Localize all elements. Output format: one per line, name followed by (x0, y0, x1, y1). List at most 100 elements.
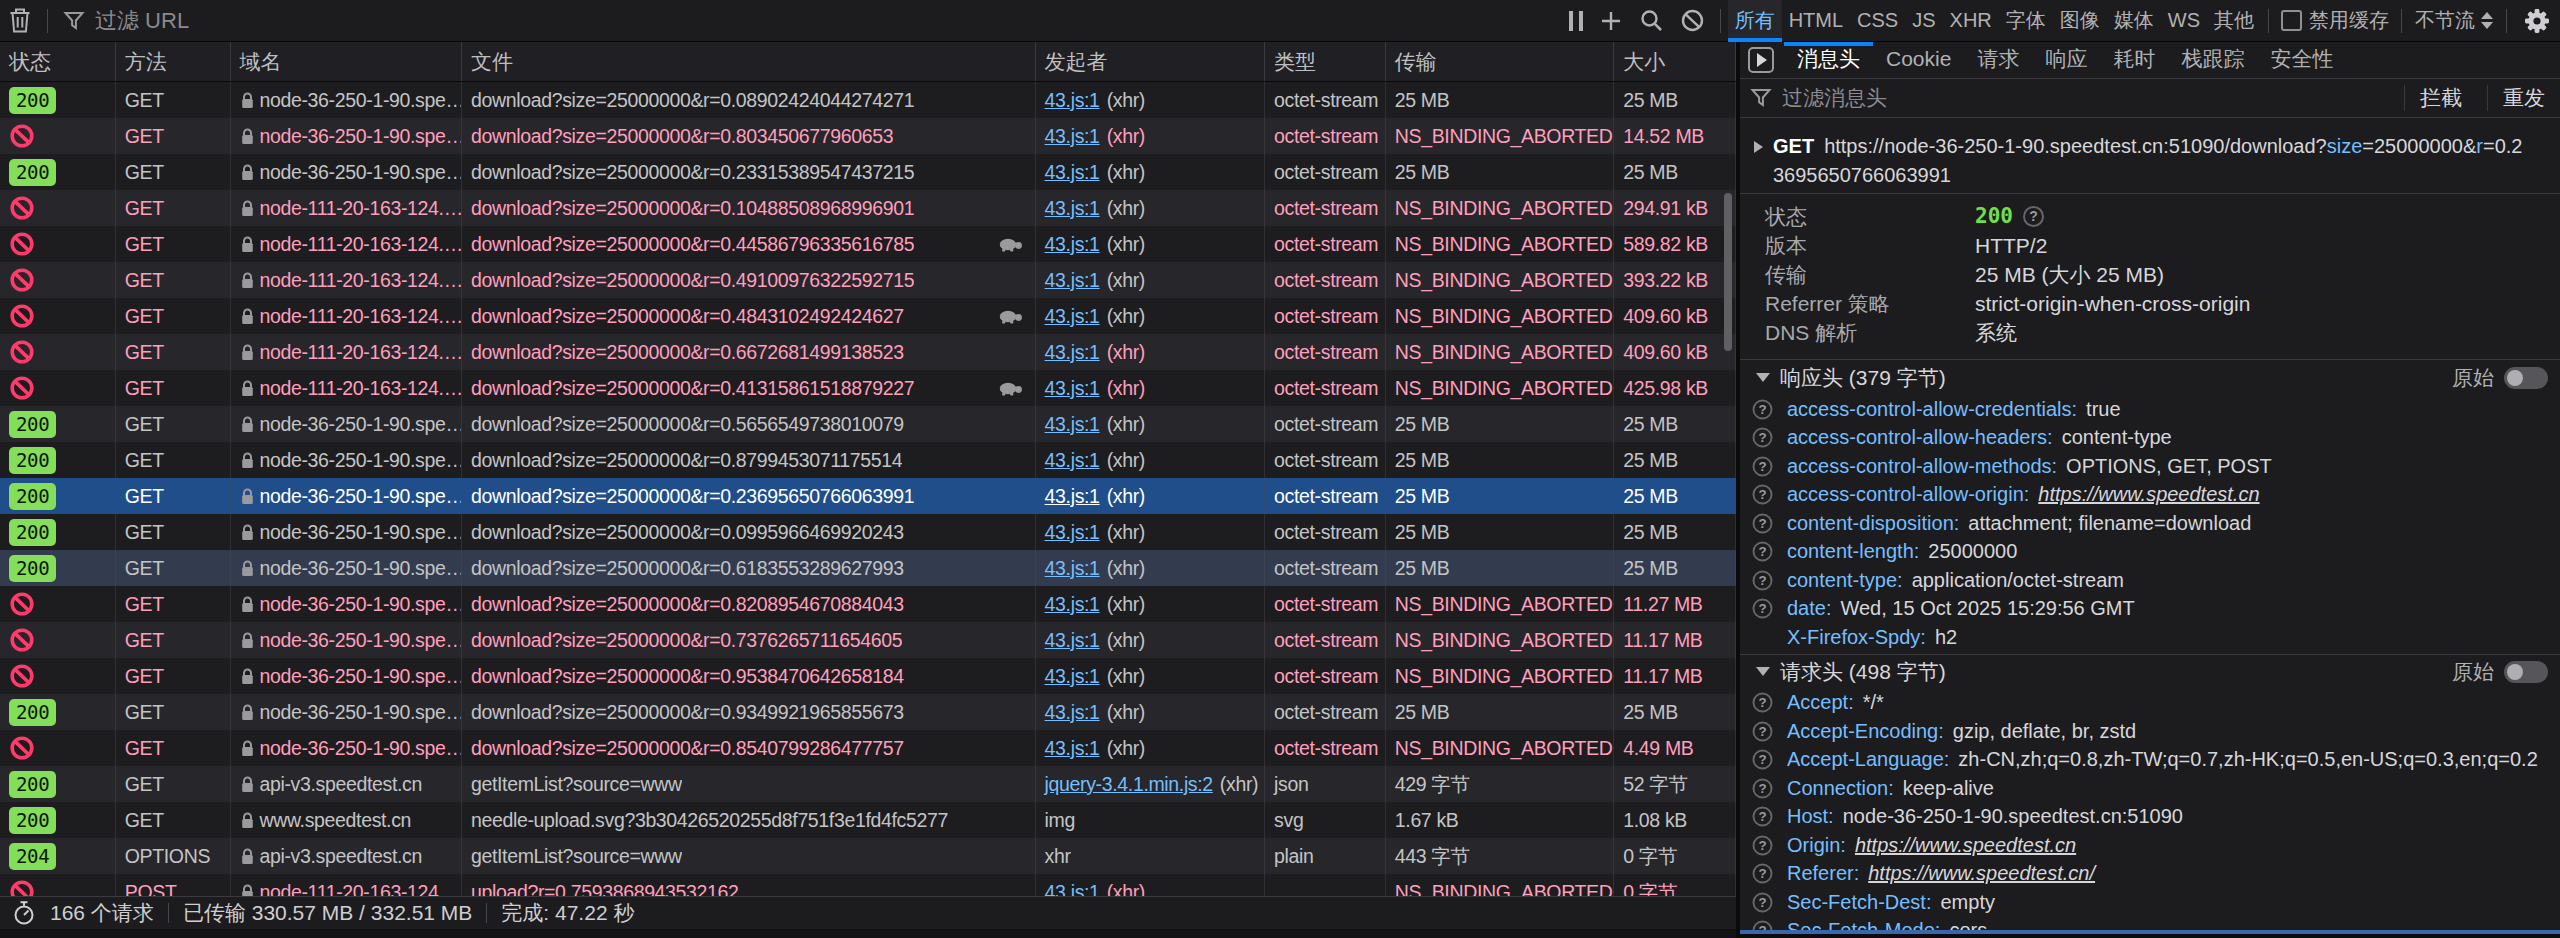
header-row[interactable]: ?access-control-allow-origin:https://www… (1740, 481, 2560, 510)
filter-url-input[interactable]: 过滤 URL (55, 6, 1561, 36)
request-row[interactable]: GETnode-36-250-1-90.spe…download?size=25… (0, 658, 1736, 694)
filter-tab-2[interactable]: HTML (1782, 0, 1850, 42)
column-header-4[interactable]: 文件 (462, 42, 1036, 81)
header-value[interactable]: https://www.speedtest.cn (1855, 834, 2076, 857)
initiator-link[interactable]: 43.js:1 (1045, 298, 1100, 334)
request-row[interactable]: GETnode-111-20-163-124.…download?size=25… (0, 334, 1736, 370)
details-tab-4[interactable]: 响应 (2032, 42, 2100, 78)
header-row[interactable]: X-Firefox-Spdy:h2 (1740, 623, 2560, 652)
initiator-link[interactable]: 43.js:1 (1045, 334, 1100, 370)
header-row[interactable]: ?content-type:application/octet-stream (1740, 566, 2560, 595)
initiator-link[interactable]: 43.js:1 (1045, 658, 1100, 694)
initiator-link[interactable]: 43.js:1 (1045, 550, 1100, 586)
block-button[interactable]: 拦截 (2404, 85, 2477, 111)
filter-tab-7[interactable]: 图像 (2053, 0, 2107, 42)
search-button[interactable] (1631, 0, 1672, 42)
filter-tab-6[interactable]: 字体 (1999, 0, 2053, 42)
raw-toggle[interactable] (2504, 661, 2548, 683)
request-row[interactable]: GETnode-111-20-163-124.…download?size=25… (0, 190, 1736, 226)
column-header-3[interactable]: 域名 (231, 42, 462, 81)
header-row[interactable]: ?content-disposition:attachment; filenam… (1740, 509, 2560, 538)
header-row[interactable]: ?access-control-allow-methods:OPTIONS, G… (1740, 452, 2560, 481)
details-tab-3[interactable]: 请求 (1964, 42, 2032, 78)
details-tab-1[interactable]: 消息头 (1784, 42, 1873, 78)
initiator-link[interactable]: 43.js:1 (1045, 730, 1100, 766)
header-value[interactable]: https://www.speedtest.cn (2038, 483, 2259, 506)
request-row[interactable]: POSTnode-111-20-163-124.…upload?r=0.7593… (0, 874, 1736, 896)
help-icon[interactable]: ? (1753, 835, 1773, 855)
settings-button[interactable] (2514, 0, 2560, 42)
details-tab-7[interactable]: 安全性 (2257, 42, 2346, 78)
initiator-link[interactable]: 43.js:1 (1045, 262, 1100, 298)
initiator-link[interactable]: 43.js:1 (1045, 118, 1100, 154)
help-icon[interactable]: ? (1753, 864, 1773, 884)
help-icon[interactable]: ? (2023, 206, 2044, 227)
split-console-icon[interactable] (1748, 47, 1774, 73)
initiator-link[interactable]: 43.js:1 (1045, 478, 1100, 514)
clear-requests-button[interactable] (0, 0, 40, 42)
filter-tab-4[interactable]: JS (1905, 0, 1942, 42)
request-list-scrollbar[interactable] (1724, 193, 1732, 351)
help-icon[interactable]: ? (1753, 428, 1773, 448)
help-icon[interactable]: ? (1753, 721, 1773, 741)
header-row[interactable]: ?Origin:https://www.speedtest.cn (1740, 831, 2560, 860)
filter-tab-3[interactable]: CSS (1850, 0, 1905, 42)
details-tab-2[interactable]: Cookie (1873, 42, 1964, 78)
help-icon[interactable]: ? (1753, 456, 1773, 476)
details-tab-5[interactable]: 耗时 (2100, 42, 2168, 78)
help-icon[interactable]: ? (1753, 485, 1773, 505)
initiator-link[interactable]: 43.js:1 (1045, 586, 1100, 622)
expand-caret-icon[interactable] (1754, 141, 1763, 153)
header-value[interactable]: https://www.speedtest.cn/ (1868, 862, 2095, 885)
request-row[interactable]: GETnode-36-250-1-90.spe…download?size=25… (0, 622, 1736, 658)
request-headers-section[interactable]: 请求头 (498 字节) 原始 (1740, 654, 2560, 689)
request-row[interactable]: GETnode-36-250-1-90.spe…download?size=25… (0, 118, 1736, 154)
request-row[interactable]: GETnode-111-20-163-124.…download?size=25… (0, 370, 1736, 406)
resend-button[interactable]: 重发 (2487, 85, 2560, 111)
header-row[interactable]: ?Accept-Encoding:gzip, deflate, br, zstd (1740, 717, 2560, 746)
header-row[interactable]: ?Referer:https://www.speedtest.cn/ (1740, 860, 2560, 889)
initiator-link[interactable]: 43.js:1 (1045, 514, 1100, 550)
help-icon[interactable]: ? (1753, 778, 1773, 798)
initiator-link[interactable]: 43.js:1 (1045, 694, 1100, 730)
initiator-link[interactable]: 43.js:1 (1045, 874, 1100, 896)
block-request-button[interactable] (1672, 0, 1713, 42)
initiator-link[interactable]: 43.js:1 (1045, 190, 1100, 226)
header-row[interactable]: ?Sec-Fetch-Dest:empty (1740, 888, 2560, 917)
header-row[interactable]: ?Accept:*/* (1740, 689, 2560, 718)
request-row[interactable]: 200GETnode-36-250-1-90.spe…download?size… (0, 406, 1736, 442)
request-row[interactable]: GETnode-111-20-163-124.…download?size=25… (0, 226, 1736, 262)
request-row[interactable]: 200GETnode-36-250-1-90.spe…download?size… (0, 82, 1736, 118)
request-row[interactable]: 200GETnode-36-250-1-90.spe…download?size… (0, 694, 1736, 730)
throttle-select[interactable]: 不节流 (2409, 7, 2499, 34)
filter-tab-8[interactable]: 媒体 (2107, 0, 2161, 42)
help-icon[interactable]: ? (1753, 599, 1773, 619)
disable-cache-checkbox[interactable]: 禁用缓存 (2276, 7, 2394, 34)
initiator-link[interactable]: 43.js:1 (1045, 442, 1100, 478)
help-icon[interactable]: ? (1753, 892, 1773, 912)
request-row[interactable]: 200GETnode-36-250-1-90.spe…download?size… (0, 550, 1736, 586)
request-row[interactable]: GETnode-36-250-1-90.spe…download?size=25… (0, 586, 1736, 622)
help-icon[interactable]: ? (1753, 513, 1773, 533)
help-icon[interactable]: ? (1753, 542, 1773, 562)
help-icon[interactable]: ? (1753, 399, 1773, 419)
help-icon[interactable]: ? (1753, 693, 1773, 713)
initiator-link[interactable]: 43.js:1 (1045, 82, 1100, 118)
request-row[interactable]: 200GETnode-36-250-1-90.spe…download?size… (0, 514, 1736, 550)
request-row[interactable]: GETnode-36-250-1-90.spe…download?size=25… (0, 730, 1736, 766)
filter-tab-9[interactable]: WS (2161, 0, 2207, 42)
request-row[interactable]: GETnode-111-20-163-124.…download?size=25… (0, 262, 1736, 298)
new-request-button[interactable] (1591, 0, 1631, 42)
request-row[interactable]: 200GETwww.speedtest.cnneedle-upload.svg?… (0, 802, 1736, 838)
initiator-link[interactable]: 43.js:1 (1045, 370, 1100, 406)
request-row[interactable]: 200GETnode-36-250-1-90.spe…download?size… (0, 478, 1736, 514)
column-header-5[interactable]: 发起者 (1036, 42, 1265, 81)
filter-tab-10[interactable]: 其他 (2207, 0, 2261, 42)
initiator-link[interactable]: 43.js:1 (1045, 226, 1100, 262)
header-row[interactable]: ?date:Wed, 15 Oct 2025 15:29:56 GMT (1740, 595, 2560, 624)
filter-tab-5[interactable]: XHR (1943, 0, 1999, 42)
help-icon[interactable]: ? (1753, 750, 1773, 770)
column-header-1[interactable]: 状态 (0, 42, 116, 81)
header-row[interactable]: ?Connection:keep-alive (1740, 774, 2560, 803)
header-row[interactable]: ?Accept-Language:zh-CN,zh;q=0.8,zh-TW;q=… (1740, 746, 2560, 775)
